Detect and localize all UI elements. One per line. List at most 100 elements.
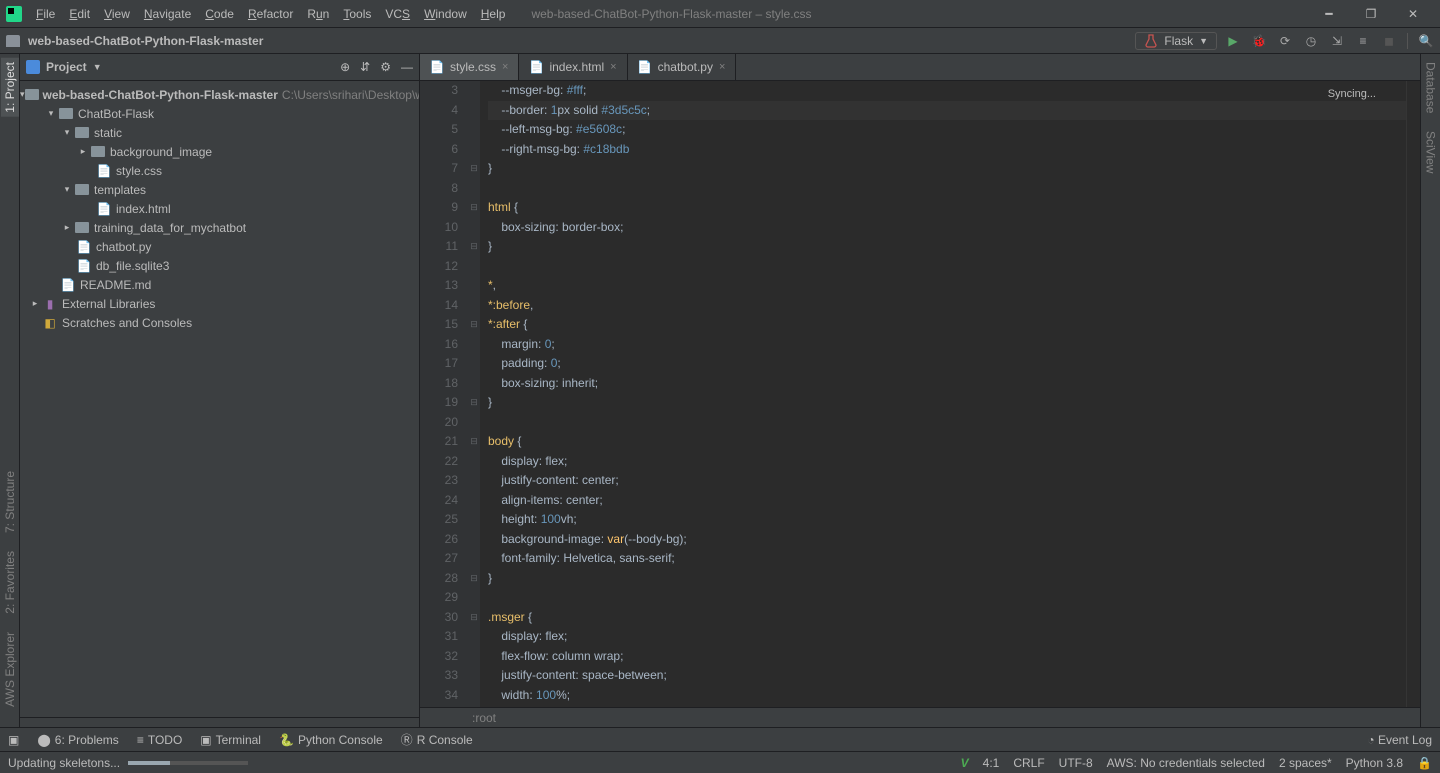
project-panel-title[interactable]: Project xyxy=(46,60,87,74)
menu-tools[interactable]: Tools xyxy=(337,5,377,23)
lock-icon[interactable]: 🔒 xyxy=(1417,756,1432,770)
css-file-icon: 📄 xyxy=(97,164,112,178)
sciview-tool-button[interactable]: SciView xyxy=(1424,127,1438,177)
menu-file[interactable]: File xyxy=(30,5,61,23)
folder-icon xyxy=(59,108,73,119)
menu-edit[interactable]: Edit xyxy=(63,5,96,23)
todo-tool-button[interactable]: ≡ TODO xyxy=(137,733,182,747)
sync-status: Syncing... xyxy=(1328,85,1376,105)
chevron-down-icon[interactable]: ▾ xyxy=(44,108,58,119)
sqlite-file-icon: 📄 xyxy=(77,259,92,273)
search-everywhere-button[interactable]: 🔍 xyxy=(1418,34,1434,48)
close-tab-icon[interactable]: × xyxy=(719,61,725,73)
code-editor[interactable]: 3456789101112131415161718192021222324252… xyxy=(420,81,1420,707)
settings-button[interactable]: ⚙ xyxy=(380,60,391,74)
main-area: 1: Project 7: Structure 2: Favorites AWS… xyxy=(0,54,1440,727)
file-encoding[interactable]: UTF-8 xyxy=(1059,756,1093,770)
python-interpreter[interactable]: Python 3.8 xyxy=(1346,756,1403,770)
minimize-button[interactable]: ━ xyxy=(1314,7,1344,21)
vim-indicator-icon[interactable]: V xyxy=(961,756,969,770)
tree-file-readme[interactable]: 📄 README.md xyxy=(20,275,419,294)
fold-gutter[interactable]: ⊟⊟⊟⊟⊟⊟⊟⊟ xyxy=(468,81,480,707)
project-tree[interactable]: ▾ web-based-ChatBot-Python-Flask-master … xyxy=(20,81,419,717)
tree-file-chatbot-py[interactable]: 📄 chatbot.py xyxy=(20,237,419,256)
left-tool-strip: 1: Project 7: Structure 2: Favorites AWS… xyxy=(0,54,20,727)
main-menu[interactable]: File Edit View Navigate Code Refactor Ru… xyxy=(30,5,511,23)
tree-file-index-html[interactable]: 📄 index.html xyxy=(20,199,419,218)
aws-explorer-tool-button[interactable]: AWS Explorer xyxy=(3,628,17,711)
line-separator[interactable]: CRLF xyxy=(1013,756,1044,770)
run-config-selector[interactable]: Flask ▼ xyxy=(1135,32,1217,50)
chevron-down-icon[interactable]: ▼ xyxy=(93,62,102,72)
folder-icon xyxy=(6,35,20,47)
tree-folder-background-image[interactable]: ▸ background_image xyxy=(20,142,419,161)
chevron-right-icon[interactable]: ▸ xyxy=(60,222,74,233)
editor-marker-strip[interactable] xyxy=(1406,81,1420,707)
hide-button[interactable]: — xyxy=(401,60,413,74)
project-tool-button[interactable]: 1: Project xyxy=(1,58,19,117)
run-coverage-button[interactable]: ⟳ xyxy=(1277,34,1293,48)
title-bar: File Edit View Navigate Code Refactor Ru… xyxy=(0,0,1440,27)
menu-run[interactable]: Run xyxy=(301,5,335,23)
caret-position[interactable]: 4:1 xyxy=(983,756,1000,770)
problems-tool-button[interactable]: ⬤ 6: Problems xyxy=(37,733,118,747)
debug-button[interactable]: 🐞 xyxy=(1251,34,1267,48)
menu-help[interactable]: Help xyxy=(475,5,512,23)
menu-refactor[interactable]: Refactor xyxy=(242,5,299,23)
tree-external-libraries[interactable]: ▸ ▮ External Libraries xyxy=(20,294,419,313)
menu-navigate[interactable]: Navigate xyxy=(138,5,197,23)
profile-button[interactable]: ◷ xyxy=(1303,34,1319,48)
stop-button[interactable]: ◼ xyxy=(1381,34,1397,48)
tree-file-style-css[interactable]: 📄 style.css xyxy=(20,161,419,180)
python-console-tool-button[interactable]: 🐍 Python Console xyxy=(279,733,383,747)
tree-folder-chatbot-flask[interactable]: ▾ ChatBot-Flask xyxy=(20,104,419,123)
r-console-tool-button[interactable]: Ⓡ R Console xyxy=(401,731,473,748)
editor-breadcrumb[interactable]: :root xyxy=(420,707,1420,727)
tab-style-css[interactable]: 📄 style.css × xyxy=(420,54,519,80)
structure-tool-button[interactable]: 7: Structure xyxy=(3,467,17,537)
chevron-down-icon[interactable]: ▾ xyxy=(60,184,74,195)
window-title: web-based-ChatBot-Python-Flask-master – … xyxy=(511,7,1314,21)
close-tab-icon[interactable]: × xyxy=(502,61,508,73)
tree-folder-static[interactable]: ▾ static xyxy=(20,123,419,142)
chevron-right-icon[interactable]: ▸ xyxy=(28,298,42,309)
close-tab-icon[interactable]: × xyxy=(610,61,616,73)
tree-file-db[interactable]: 📄 db_file.sqlite3 xyxy=(20,256,419,275)
tree-folder-training-data[interactable]: ▸ training_data_for_mychatbot xyxy=(20,218,419,237)
terminal-tool-button[interactable]: ▣ Terminal xyxy=(200,733,261,747)
project-panel-header: Project ▼ ⊕ ⇵ ⚙ — xyxy=(20,54,419,81)
attach-button[interactable]: ⇲ xyxy=(1329,34,1345,48)
breadcrumb[interactable]: web-based-ChatBot-Python-Flask-master xyxy=(6,34,263,48)
folder-icon xyxy=(75,127,89,138)
tree-root[interactable]: ▾ web-based-ChatBot-Python-Flask-master … xyxy=(20,85,419,104)
breadcrumb-root[interactable]: web-based-ChatBot-Python-Flask-master xyxy=(28,34,263,48)
locate-button[interactable]: ⊕ xyxy=(340,60,350,74)
chevron-down-icon[interactable]: ▾ xyxy=(60,127,74,138)
menu-code[interactable]: Code xyxy=(199,5,240,23)
tool-window-quick-access[interactable]: ▣ xyxy=(8,733,19,747)
menu-window[interactable]: Window xyxy=(418,5,473,23)
tree-scratches[interactable]: ◧ Scratches and Consoles xyxy=(20,313,419,332)
menu-vcs[interactable]: VCS xyxy=(379,5,416,23)
progress-bar[interactable] xyxy=(128,761,248,765)
horizontal-scrollbar[interactable] xyxy=(20,717,419,727)
close-button[interactable]: ✕ xyxy=(1398,7,1428,21)
favorites-tool-button[interactable]: 2: Favorites xyxy=(3,547,17,618)
run-button[interactable]: ▶ xyxy=(1225,34,1241,48)
run-with-button[interactable]: ≡ xyxy=(1355,34,1371,48)
expand-all-button[interactable]: ⇵ xyxy=(360,60,370,74)
tab-index-html[interactable]: 📄 index.html × xyxy=(519,54,627,80)
tree-folder-templates[interactable]: ▾ templates xyxy=(20,180,419,199)
editor-area: 📄 style.css × 📄 index.html × 📄 chatbot.p… xyxy=(420,54,1420,727)
event-log-button[interactable]: ◔ Event Log xyxy=(1367,733,1432,747)
markdown-file-icon: 📄 xyxy=(61,278,76,292)
maximize-button[interactable]: ❐ xyxy=(1356,7,1386,21)
database-tool-button[interactable]: Database xyxy=(1424,58,1438,117)
indent-status[interactable]: 2 spaces* xyxy=(1279,756,1332,770)
aws-status[interactable]: AWS: No credentials selected xyxy=(1107,756,1265,770)
code-content[interactable]: Syncing... --msger-bg: #fff; --border: 1… xyxy=(480,81,1406,707)
menu-view[interactable]: View xyxy=(98,5,136,23)
tab-chatbot-py[interactable]: 📄 chatbot.py × xyxy=(628,54,737,80)
chevron-right-icon[interactable]: ▸ xyxy=(76,146,90,157)
line-number-gutter[interactable]: 3456789101112131415161718192021222324252… xyxy=(420,81,468,707)
